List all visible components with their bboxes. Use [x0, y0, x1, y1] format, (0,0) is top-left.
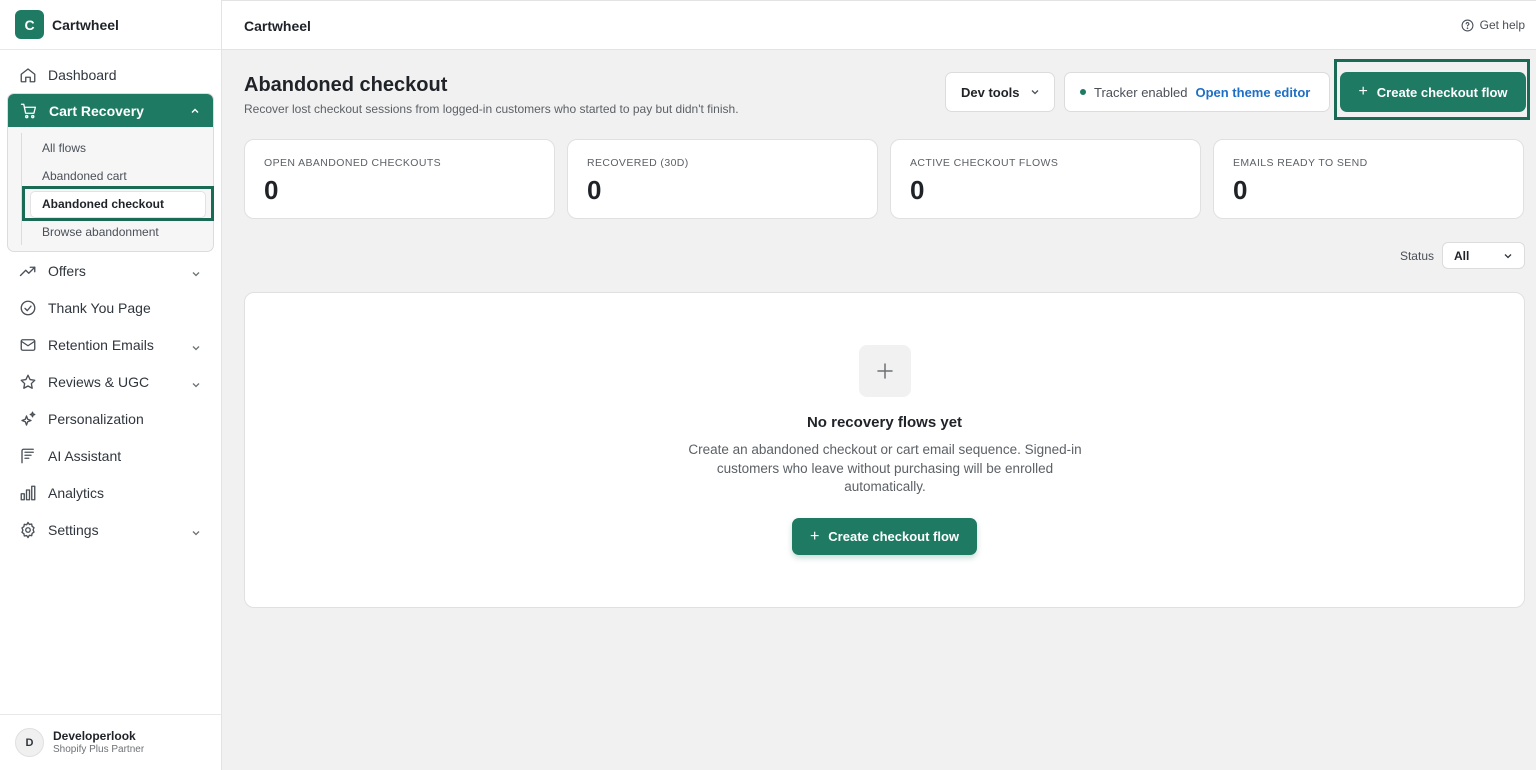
plus-icon: + [809, 527, 820, 545]
status-filter: Status All [1400, 242, 1525, 269]
empty-state-title: No recovery flows yet [806, 414, 963, 431]
main-content: Abandoned checkout Recover lost checkout… [222, 50, 1536, 770]
stat-value: 0 [587, 175, 602, 205]
empty-state-create-label: Create checkout flow [828, 529, 960, 544]
status-select-value: All [1454, 248, 1470, 263]
active-item-highlight [22, 186, 214, 221]
sidebar-item-analytics[interactable]: Analytics [0, 474, 221, 511]
ai-icon [18, 446, 38, 466]
brand-name: Cartwheel [52, 16, 119, 33]
sidebar-item-settings[interactable]: Settings [0, 511, 221, 548]
stat-card-active-flows: ACTIVE CHECKOUT FLOWS 0 [890, 139, 1201, 219]
sidebar-item-label: Cart Recovery [49, 102, 144, 119]
stat-value: 0 [1233, 175, 1248, 205]
chevron-down-icon [191, 266, 201, 276]
stat-card-recovered: RECOVERED (30D) 0 [567, 139, 878, 219]
plus-icon [859, 345, 911, 397]
stat-card-emails-ready: EMAILS READY TO SEND 0 [1213, 139, 1524, 219]
chevron-down-icon [191, 377, 201, 387]
stat-value: 0 [264, 175, 279, 205]
stat-label: ACTIVE CHECKOUT FLOWS [910, 157, 1059, 169]
empty-state-description: Create an abandoned checkout or cart ema… [688, 442, 1082, 494]
dev-tools-dropdown[interactable]: Dev tools [945, 72, 1055, 112]
create-checkout-flow-button[interactable]: + Create checkout flow [1340, 72, 1526, 112]
cart-recovery-group: Cart Recovery All flows Abandoned cart A… [7, 93, 214, 252]
open-theme-editor-link[interactable]: Open theme editor [1195, 85, 1310, 100]
create-checkout-flow-label: Create checkout flow [1376, 84, 1508, 100]
sidebar-item-personalization[interactable]: Personalization [0, 400, 221, 437]
sidebar-item-label: Dashboard [48, 66, 117, 83]
home-icon [18, 65, 38, 85]
stat-value: 0 [910, 175, 925, 205]
get-help-label: Get help [1479, 18, 1525, 32]
empty-state-card: No recovery flows yet Create an abandone… [244, 292, 1525, 608]
sidebar-item-thank-you-page[interactable]: Thank You Page [0, 289, 221, 326]
status-dot-icon [1080, 89, 1086, 95]
plus-icon: + [1358, 83, 1368, 100]
sidebar-item-ai-assistant[interactable]: AI Assistant [0, 437, 221, 474]
sidebar-item-reviews-ugc[interactable]: Reviews & UGC [0, 363, 221, 400]
get-help-link[interactable]: Get help [1461, 18, 1525, 32]
chevron-down-icon [1503, 251, 1513, 261]
stat-card-open-abandoned: OPEN ABANDONED CHECKOUTS 0 [244, 139, 555, 219]
sidebar-item-label: Personalization [48, 410, 144, 427]
user-name: Developerlook [53, 729, 136, 743]
user-role: Shopify Plus Partner [53, 744, 145, 755]
tracker-status-label: Tracker enabled [1094, 84, 1188, 100]
stat-label: OPEN ABANDONED CHECKOUTS [264, 157, 442, 169]
user-profile[interactable]: D Developerlook Shopify Plus Partner [0, 714, 221, 770]
check-circle-icon [18, 298, 38, 318]
topbar-title: Cartwheel [244, 18, 311, 34]
sidebar-subitem-browse-abandonment[interactable]: Browse abandonment [8, 218, 213, 246]
star-icon [18, 372, 38, 392]
help-circle-icon [1461, 19, 1474, 32]
sidebar-item-retention-emails[interactable]: Retention Emails [0, 326, 221, 363]
sidebar: C Cartwheel Dashboard Cart Recovery All … [0, 0, 222, 770]
gear-icon [18, 520, 38, 540]
sidebar-item-label: Settings [48, 521, 99, 538]
sparkle-icon [18, 409, 38, 429]
sidebar-item-label: AI Assistant [48, 447, 122, 464]
page-title: Abandoned checkout [244, 74, 448, 96]
sidebar-item-label: Thank You Page [48, 299, 151, 316]
status-select[interactable]: All [1442, 242, 1525, 269]
sidebar-item-label: Analytics [48, 484, 105, 501]
sidebar-item-cart-recovery[interactable]: Cart Recovery [8, 94, 213, 127]
sidebar-subitem-all-flows[interactable]: All flows [8, 134, 213, 162]
status-filter-label: Status [1399, 248, 1434, 263]
chevron-down-icon [1030, 87, 1040, 97]
stat-label: EMAILS READY TO SEND [1233, 157, 1368, 169]
sidebar-item-label: Offers [48, 262, 86, 279]
stat-label: RECOVERED (30D) [587, 157, 689, 169]
trending-icon [18, 261, 38, 281]
sidebar-item-offers[interactable]: Offers [0, 252, 221, 289]
sidebar-nav: Dashboard Cart Recovery All flows Abando… [0, 50, 221, 548]
avatar: D [15, 728, 44, 757]
mail-icon [18, 335, 38, 355]
sidebar-item-dashboard[interactable]: Dashboard [0, 56, 221, 93]
topbar: Cartwheel Get help [222, 0, 1536, 50]
chevron-down-icon [191, 525, 201, 535]
brand[interactable]: C Cartwheel [0, 0, 221, 50]
sidebar-item-label: Retention Emails [48, 336, 154, 353]
sidebar-item-label: Reviews & UGC [48, 373, 150, 390]
tracker-status: Tracker enabled Open theme editor [1064, 72, 1330, 112]
page-subtitle: Recover lost checkout sessions from logg… [244, 102, 739, 116]
cart-icon [19, 101, 39, 121]
chevron-down-icon [191, 340, 201, 350]
bar-chart-icon [18, 483, 38, 503]
chevron-up-icon [190, 103, 200, 119]
dev-tools-label: Dev tools [961, 84, 1020, 100]
brand-logo: C [15, 10, 44, 39]
empty-state-create-button[interactable]: + Create checkout flow [792, 518, 977, 555]
